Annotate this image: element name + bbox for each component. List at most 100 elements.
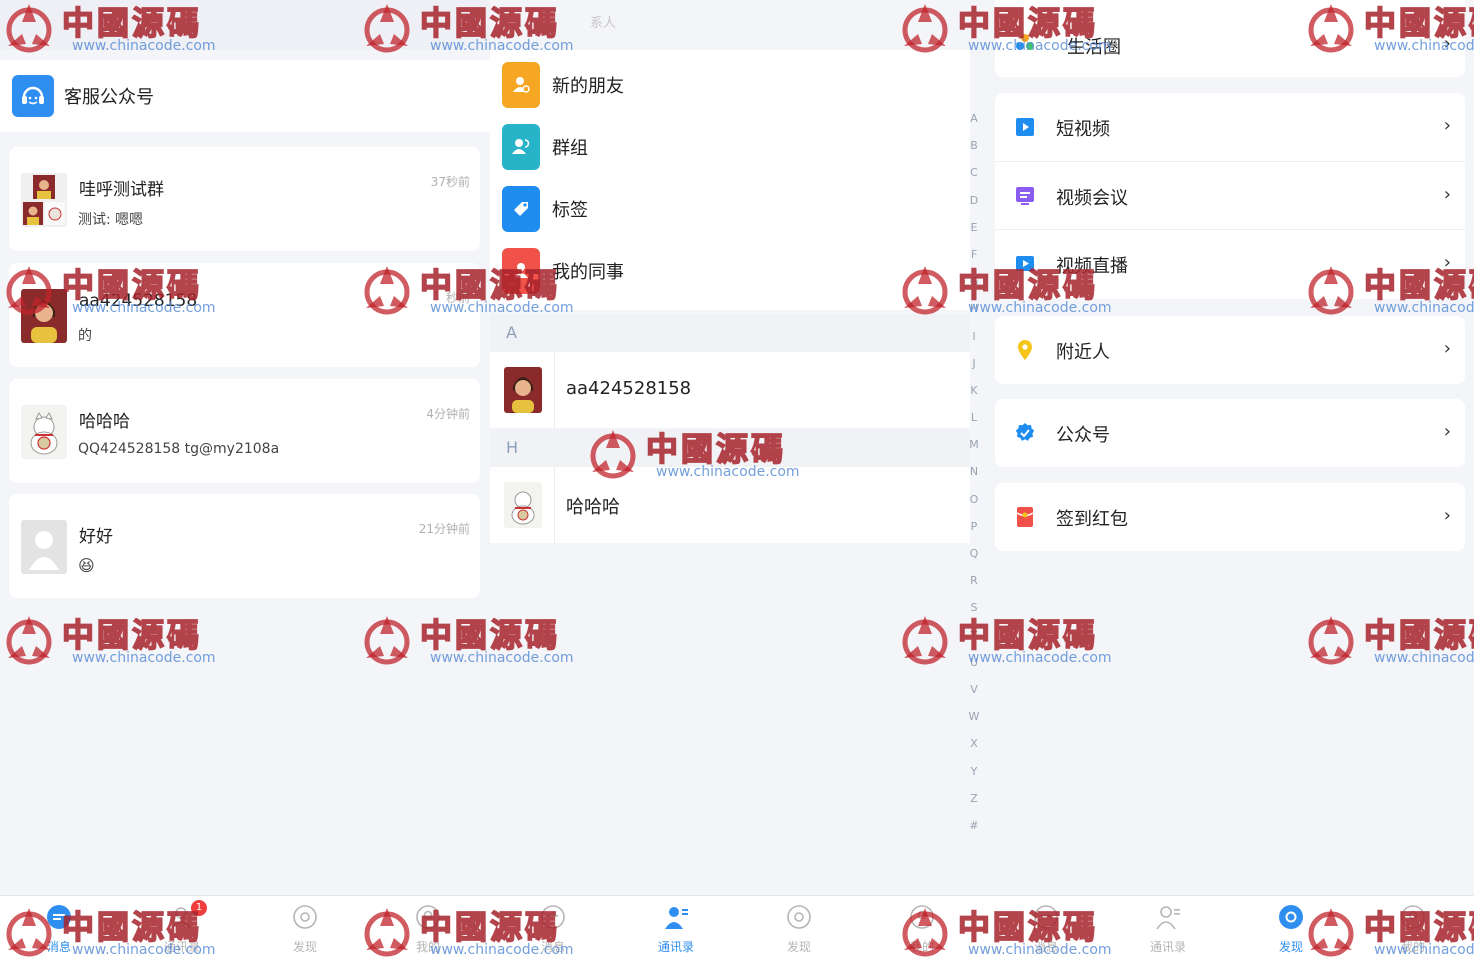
- alphabet-letter[interactable]: Z: [968, 792, 980, 819]
- contacts-icon: [663, 904, 689, 930]
- entry-tags[interactable]: 标签: [502, 186, 588, 232]
- alphabet-letter[interactable]: W: [968, 710, 980, 737]
- alphabet-letter[interactable]: Q: [968, 547, 980, 574]
- discover-label: 签到红包: [1056, 509, 1128, 530]
- chevron-right-icon: ›: [1443, 33, 1451, 54]
- alphabet-letter[interactable]: J: [968, 357, 980, 384]
- discover-item-video-meeting[interactable]: 视频会议 ›: [995, 161, 1465, 229]
- user-avatar: [21, 289, 67, 343]
- chat-item[interactable]: 好好 😆 21分钟前: [9, 494, 480, 598]
- entry-label: 我的同事: [552, 262, 624, 283]
- search-hint: 系人: [590, 16, 617, 31]
- tab-messages[interactable]: 消息: [24, 896, 94, 960]
- discover-item-nearby[interactable]: 附近人 ›: [995, 316, 1465, 384]
- entry-new-friends[interactable]: 新的朋友: [502, 62, 624, 108]
- contact-item[interactable]: aa424528158: [490, 352, 970, 428]
- service-account-label: 客服公众号: [64, 87, 154, 108]
- discover-card-official: 公众号 ›: [995, 399, 1465, 467]
- entry-groups[interactable]: 群组: [502, 124, 588, 170]
- person-icon: [1400, 904, 1426, 930]
- tab-messages[interactable]: 消息: [1011, 896, 1081, 960]
- alphabet-letter[interactable]: Y: [968, 765, 980, 792]
- chevron-right-icon: ›: [1443, 505, 1451, 526]
- row-divider: [554, 352, 555, 428]
- chat-item[interactable]: 哈哈哈 QQ424528158 tg@my2108a 4分钟前: [9, 379, 480, 483]
- tab-label: 通讯录: [657, 940, 694, 954]
- tab-contacts[interactable]: 通讯录: [641, 896, 711, 960]
- entry-label: 新的朋友: [552, 76, 624, 97]
- entry-label: 标签: [552, 200, 588, 221]
- chat-name: 哇呼测试群: [79, 180, 164, 200]
- tab-label: 我的: [415, 940, 440, 954]
- tab-discover[interactable]: 发现: [764, 896, 834, 960]
- tab-label: 消息: [46, 940, 71, 954]
- compass-icon: [1278, 904, 1304, 930]
- alphabet-letter[interactable]: N: [968, 465, 980, 492]
- contacts-search-bar[interactable]: 系人: [490, 0, 985, 40]
- discover-label: 附近人: [1056, 342, 1110, 363]
- chat-preview: 😆: [78, 556, 95, 575]
- moments-icon: [1015, 33, 1035, 55]
- tabbar-messages-screen: 消息 1 通讯录 发现 我的: [0, 895, 490, 960]
- tabbar-discover-screen: 消息 通讯录 发现 我的: [985, 895, 1474, 960]
- alphabet-letter[interactable]: E: [968, 221, 980, 248]
- tab-me[interactable]: 我的: [1378, 896, 1448, 960]
- discover-item-live[interactable]: 视频直播 ›: [995, 229, 1465, 297]
- chat-name: 好好: [79, 527, 113, 547]
- discover-item-short-video[interactable]: 短视频 ›: [995, 93, 1465, 161]
- alphabet-letter[interactable]: R: [968, 574, 980, 601]
- discover-item-official-accounts[interactable]: 公众号 ›: [995, 399, 1465, 467]
- tab-label: 我的: [1400, 940, 1425, 954]
- alphabet-letter[interactable]: D: [968, 194, 980, 221]
- contact-item[interactable]: 哈哈哈: [490, 467, 970, 543]
- discover-item-checkin-redpacket[interactable]: 签到红包 ›: [995, 483, 1465, 551]
- chat-name: aa424528158: [79, 291, 198, 311]
- tab-discover[interactable]: 发现: [1256, 896, 1326, 960]
- alphabet-letter[interactable]: S: [968, 601, 980, 628]
- alphabet-letter[interactable]: A: [968, 112, 980, 139]
- chat-time: 秒前: [445, 291, 470, 305]
- location-pin-icon: [1015, 339, 1035, 361]
- alphabet-letter[interactable]: C: [968, 166, 980, 193]
- alphabet-letter[interactable]: V: [968, 683, 980, 710]
- tab-label: 消息: [540, 940, 565, 954]
- alphabet-letter[interactable]: U: [968, 656, 980, 683]
- alphabet-letter[interactable]: T: [968, 629, 980, 656]
- alphabet-letter[interactable]: L: [968, 411, 980, 438]
- alphabet-letter[interactable]: O: [968, 493, 980, 520]
- entry-colleagues[interactable]: 我的同事: [502, 248, 624, 294]
- alphabet-letter[interactable]: B: [968, 139, 980, 166]
- discover-card-video: 短视频 › 视频会议 › 视频直播 ›: [995, 93, 1465, 299]
- unread-badge: 1: [191, 900, 207, 916]
- group-icon: [502, 124, 540, 170]
- alphabet-index[interactable]: A B C D E F G H I J K L M N O P Q R S T U V W X Y Z #: [968, 112, 980, 846]
- chat-preview: QQ424528158 tg@my2108a: [78, 441, 280, 457]
- alphabet-letter[interactable]: K: [968, 384, 980, 411]
- tab-label: 我的: [909, 940, 934, 954]
- tab-discover[interactable]: 发现: [270, 896, 340, 960]
- tab-messages[interactable]: 消息: [518, 896, 588, 960]
- alphabet-letter[interactable]: G: [968, 275, 980, 302]
- live-icon: [1015, 253, 1035, 275]
- alphabet-letter[interactable]: H: [968, 302, 980, 329]
- contact-name: aa424528158: [566, 378, 692, 399]
- discover-panel: 生活圈 › 短视频 › 视频会议 › 视频直播 › 附近人 › 公众号 › 签到…: [985, 0, 1474, 895]
- service-account-row[interactable]: 客服公众号: [0, 60, 490, 132]
- chat-item[interactable]: aa424528158 的 秒前: [9, 263, 480, 367]
- alphabet-letter[interactable]: I: [968, 330, 980, 357]
- tab-contacts[interactable]: 1 通讯录: [147, 896, 217, 960]
- section-letter: A: [506, 323, 517, 342]
- discover-card-redpacket: 签到红包 ›: [995, 483, 1465, 551]
- tab-contacts[interactable]: 通讯录: [1133, 896, 1203, 960]
- section-header: A: [490, 314, 970, 352]
- discover-label: 公众号: [1056, 425, 1110, 446]
- chat-item[interactable]: 哇呼测试群 测试: 嗯嗯 37秒前: [9, 147, 480, 251]
- alphabet-letter[interactable]: #: [968, 819, 980, 846]
- alphabet-letter[interactable]: F: [968, 248, 980, 275]
- alphabet-letter[interactable]: X: [968, 737, 980, 764]
- alphabet-letter[interactable]: M: [968, 438, 980, 465]
- alphabet-letter[interactable]: P: [968, 520, 980, 547]
- tab-me[interactable]: 我的: [887, 896, 957, 960]
- discover-item-moments[interactable]: 生活圈 ›: [995, 0, 1465, 77]
- tab-me[interactable]: 我的: [393, 896, 463, 960]
